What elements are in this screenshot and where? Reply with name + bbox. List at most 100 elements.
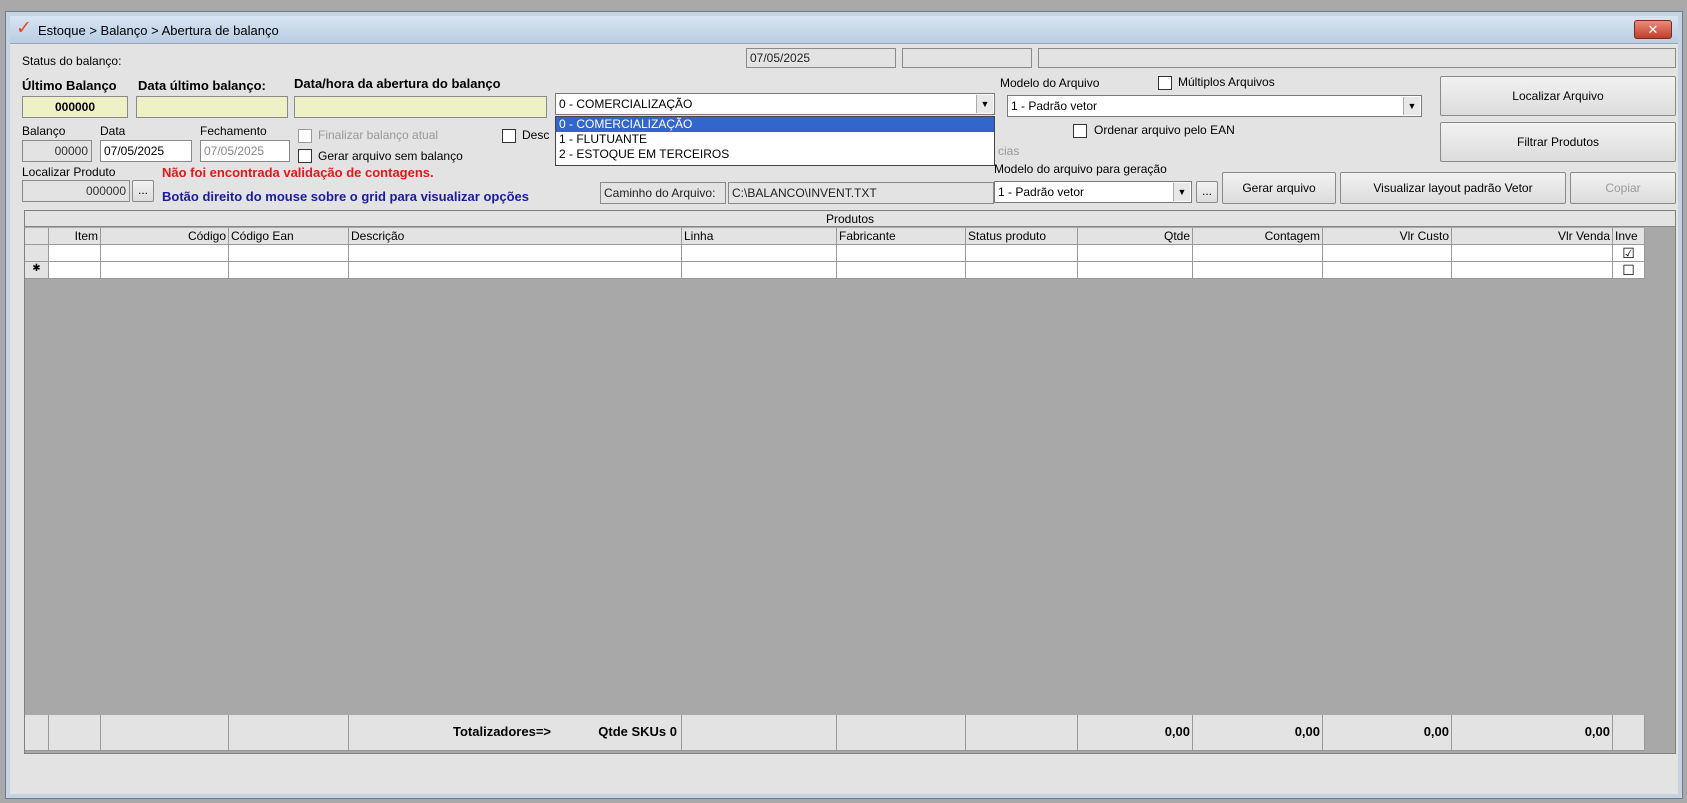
ordenar-ean-checkbox[interactable] (1073, 124, 1087, 138)
col-vlr-venda[interactable]: Vlr Venda (1452, 228, 1613, 245)
caminho-label: Caminho do Arquivo: (600, 182, 726, 204)
data-ultimo-balanco-field (136, 96, 288, 118)
produtos-grid[interactable]: Produtos Item Código Código Ean Descriçã… (24, 210, 1676, 754)
col-codigo-ean[interactable]: Código Ean (229, 228, 349, 245)
col-vlr-custo[interactable]: Vlr Custo (1323, 228, 1452, 245)
visualizar-layout-button[interactable]: Visualizar layout padrão Vetor (1340, 172, 1566, 204)
gerar-sem-balanco-checkbox[interactable] (298, 149, 312, 163)
main-window: ✓ Estoque > Balanço > Abertura de balanç… (6, 12, 1682, 798)
col-linha[interactable]: Linha (682, 228, 837, 245)
cell-linha[interactable] (682, 245, 837, 262)
balanco-label: Balanço (22, 124, 66, 138)
chevron-down-icon[interactable]: ▼ (976, 95, 993, 113)
totals-codigo (101, 715, 229, 751)
col-inve[interactable]: Inve (1613, 228, 1645, 245)
inve-checkbox[interactable]: ☐ (1613, 262, 1645, 279)
col-descricao[interactable]: Descrição (349, 228, 682, 245)
fechamento-field[interactable]: 07/05/2025 (200, 140, 290, 162)
modelo-browse-button[interactable]: ... (1196, 181, 1218, 203)
cell-status[interactable] (966, 262, 1078, 279)
cell-qtde[interactable] (1078, 245, 1193, 262)
table-row[interactable]: ✱ ☐ (25, 262, 1651, 279)
ultimo-balanco-field: 000000 (22, 96, 128, 118)
cell-codigo[interactable] (101, 262, 229, 279)
grid-caption: Produtos (25, 211, 1675, 227)
tipo-option-2[interactable]: 2 - ESTOQUE EM TERCEIROS (556, 147, 994, 162)
window-title: Estoque > Balanço > Abertura de balanço (38, 23, 279, 38)
cell-contagem[interactable] (1193, 262, 1323, 279)
localizar-produto-field[interactable]: 000000 (22, 180, 130, 202)
cell-codigo[interactable] (101, 245, 229, 262)
gerar-arquivo-button[interactable]: Gerar arquivo (1222, 172, 1336, 204)
cell-vlr-venda[interactable] (1452, 262, 1613, 279)
col-item[interactable]: Item (49, 228, 101, 245)
status-field-3 (1038, 48, 1676, 68)
inve-checkbox[interactable]: ☑ (1613, 245, 1645, 262)
abertura-field (294, 96, 547, 118)
cell-contagem[interactable] (1193, 245, 1323, 262)
cell-vlr-venda[interactable] (1452, 245, 1613, 262)
finalizar-balanco-checkbox[interactable] (298, 129, 312, 143)
col-codigo[interactable]: Código (101, 228, 229, 245)
modelo-arquivo-combo[interactable]: 1 - Padrão vetor ▼ (1007, 95, 1422, 117)
cell-vlr-custo[interactable] (1323, 245, 1452, 262)
copiar-button[interactable]: Copiar (1570, 172, 1676, 204)
totals-fabricante (837, 715, 966, 751)
totals-vlr-venda: 0,00 (1452, 715, 1613, 751)
cell-linha[interactable] (682, 262, 837, 279)
balanco-field: 00000 (22, 140, 92, 162)
ultimo-balanco-label: Último Balanço (22, 78, 117, 93)
filtrar-produtos-button[interactable]: Filtrar Produtos (1440, 122, 1676, 162)
finalizar-balanco-label: Finalizar balanço atual (318, 128, 439, 142)
cell-descricao[interactable] (349, 245, 682, 262)
tipo-dropdown-list[interactable]: 0 - COMERCIALIZAÇÃO 1 - FLUTUANTE 2 - ES… (555, 116, 995, 166)
cell-item[interactable] (49, 262, 101, 279)
data-field[interactable]: 07/05/2025 (100, 140, 192, 162)
col-contagem[interactable]: Contagem (1193, 228, 1323, 245)
cell-qtde[interactable] (1078, 262, 1193, 279)
cell-vlr-custo[interactable] (1323, 262, 1452, 279)
close-button[interactable]: ✕ (1634, 20, 1672, 39)
grid-header-corner (25, 228, 49, 245)
new-row-marker-icon[interactable]: ✱ (25, 262, 49, 279)
desc-checkbox[interactable] (502, 129, 516, 143)
multiplos-arquivos-checkbox[interactable] (1158, 76, 1172, 90)
localizar-produto-browse-button[interactable]: ... (132, 180, 154, 202)
ordenar-ean-label: Ordenar arquivo pelo EAN (1094, 123, 1235, 137)
localizar-produto-label: Localizar Produto (22, 165, 116, 179)
cell-codigo-ean[interactable] (229, 245, 349, 262)
cell-descricao[interactable] (349, 262, 682, 279)
totals-contagem: 0,00 (1193, 715, 1323, 751)
tipo-option-1[interactable]: 1 - FLUTUANTE (556, 132, 994, 147)
totals-label: Totalizadores=> (453, 724, 552, 739)
cell-codigo-ean[interactable] (229, 262, 349, 279)
multiplos-arquivos-label: Múltiplos Arquivos (1178, 75, 1275, 89)
desc-label: Desc (522, 128, 550, 142)
row-marker[interactable] (25, 245, 49, 262)
grid-totals-row: Totalizadores=> Qtde SKUs 0 0,00 0,00 0,… (25, 715, 1651, 751)
cell-fabricante[interactable] (837, 262, 966, 279)
cell-status[interactable] (966, 245, 1078, 262)
chevron-down-icon[interactable]: ▼ (1173, 183, 1190, 201)
col-fabricante[interactable]: Fabricante (837, 228, 966, 245)
tipo-option-0[interactable]: 0 - COMERCIALIZAÇÃO (556, 117, 994, 132)
validacao-warning: Não foi encontrada validação de contagen… (162, 165, 434, 180)
gerar-sem-balanco-label: Gerar arquivo sem balanço (318, 149, 463, 163)
cell-fabricante[interactable] (837, 245, 966, 262)
modelo-geracao-combo[interactable]: 1 - Padrão vetor ▼ (994, 181, 1192, 203)
chevron-down-icon[interactable]: ▼ (1403, 97, 1420, 115)
totals-descricao: Totalizadores=> Qtde SKUs 0 (349, 715, 682, 751)
totals-ean (229, 715, 349, 751)
totals-vlr-custo: 0,00 (1323, 715, 1452, 751)
caminho-field[interactable]: C:\BALANCO\INVENT.TXT (728, 182, 994, 204)
table-row[interactable]: ☑ (25, 245, 1651, 262)
localizar-arquivo-button[interactable]: Localizar Arquivo (1440, 76, 1676, 116)
totals-item (49, 715, 101, 751)
col-qtde[interactable]: Qtde (1078, 228, 1193, 245)
cell-item[interactable] (49, 245, 101, 262)
abertura-label: Data/hora da abertura do balanço (294, 76, 501, 91)
modelo-geracao-value: 1 - Padrão vetor (998, 185, 1085, 199)
col-status-produto[interactable]: Status produto (966, 228, 1078, 245)
data-label: Data (100, 124, 126, 138)
tipo-balanco-combo[interactable]: 0 - COMERCIALIZAÇÃO ▼ (555, 93, 995, 115)
